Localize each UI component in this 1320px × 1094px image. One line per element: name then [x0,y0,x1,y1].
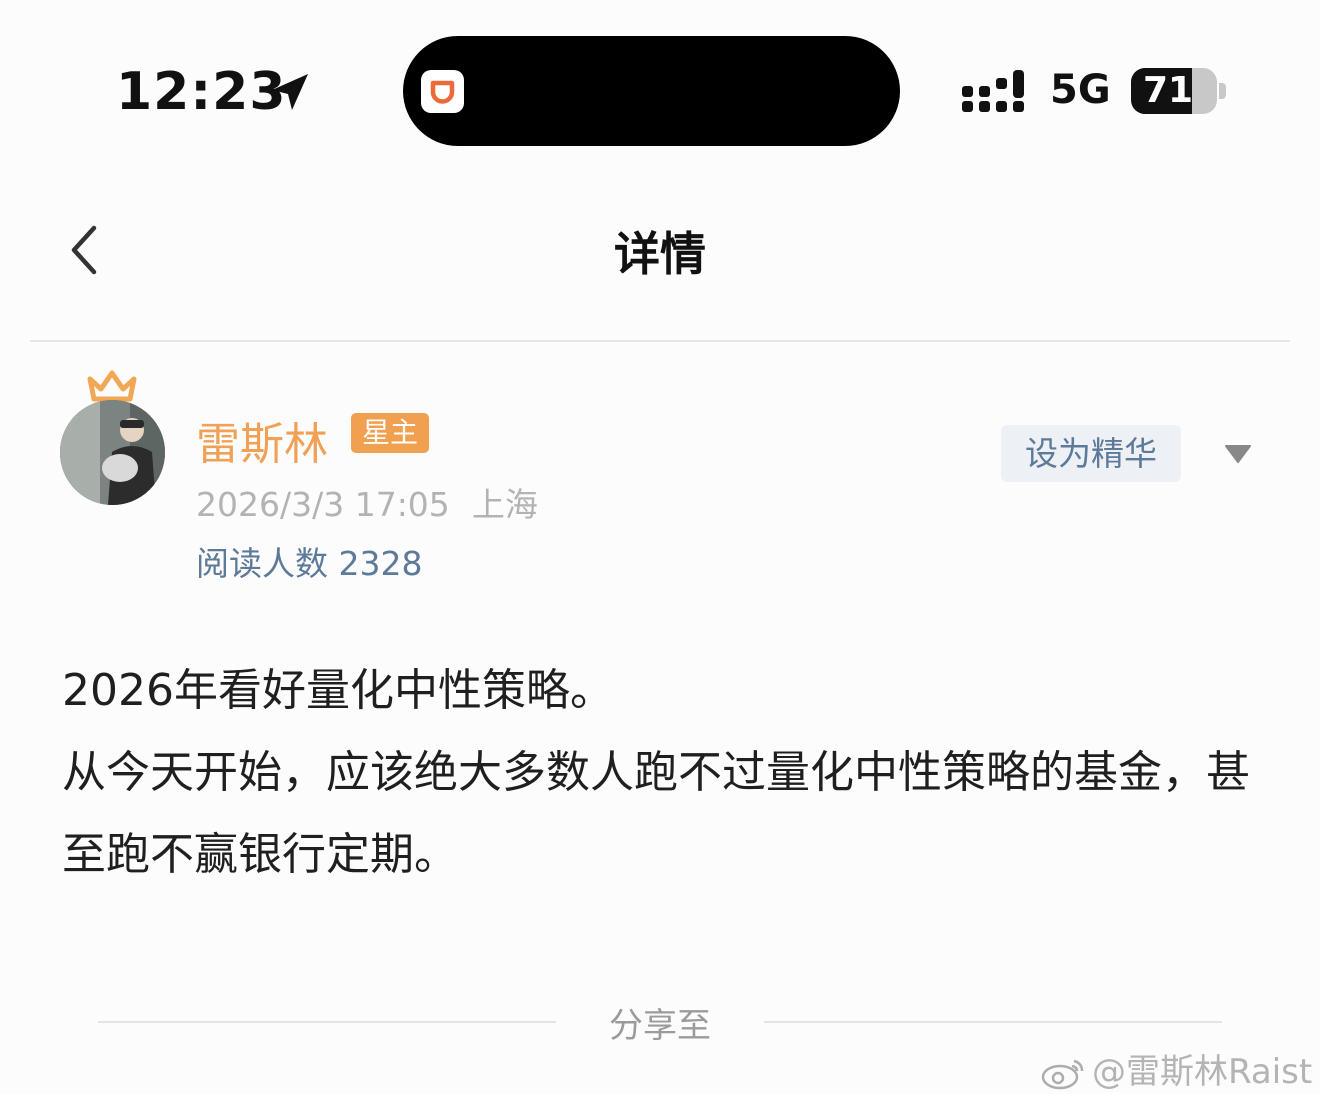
share-divider-left [98,1021,556,1023]
battery-icon: 71 [1131,68,1217,114]
avatar[interactable] [60,400,165,505]
owner-badge: 星主 [351,413,429,453]
post-line: 2026年看好量化中性策略。 [62,665,614,716]
nav-bar: 详情 [0,180,1320,340]
read-count[interactable]: 阅读人数 2328 [196,537,422,585]
network-type: 5G [1050,67,1111,113]
page-title: 详情 [614,227,706,281]
post-location: 上海 [471,485,538,524]
status-bar: 12:23 5G 71 [0,0,1320,170]
status-time: 12:23 [116,62,287,122]
battery-cap [1219,83,1226,99]
weibo-icon [1041,1059,1084,1090]
battery-level: 71 [1142,70,1194,111]
set-featured-button[interactable]: 设为精华 [1001,425,1181,482]
post-line: 从今天开始，应该绝大多数人跑不过量化中性策略的基金，甚至跑不赢银行定期。 [62,747,1250,880]
post-meta: 2026/3/3 17:05 上海 [196,478,538,526]
post-date: 2026/3/3 17:05 [196,485,450,524]
didi-app-icon [421,70,464,113]
location-arrow-icon [272,74,308,110]
signal-icon [962,70,1024,112]
avatar-image [60,400,165,505]
crown-icon [87,370,137,402]
dynamic-island [403,36,900,146]
author-name[interactable]: 雷斯林 [196,408,328,472]
share-divider-right [764,1021,1222,1023]
share-label: 分享至 [609,1006,711,1046]
watermark-text: @雷斯林Raist [1092,1052,1313,1092]
watermark: @雷斯林Raist [1040,1044,1312,1093]
post-content: 2026年看好量化中性策略。 从今天开始，应该绝大多数人跑不过量化中性策略的基金… [62,650,1252,896]
header-divider [30,340,1290,342]
triangle-down-icon[interactable] [1222,442,1254,466]
